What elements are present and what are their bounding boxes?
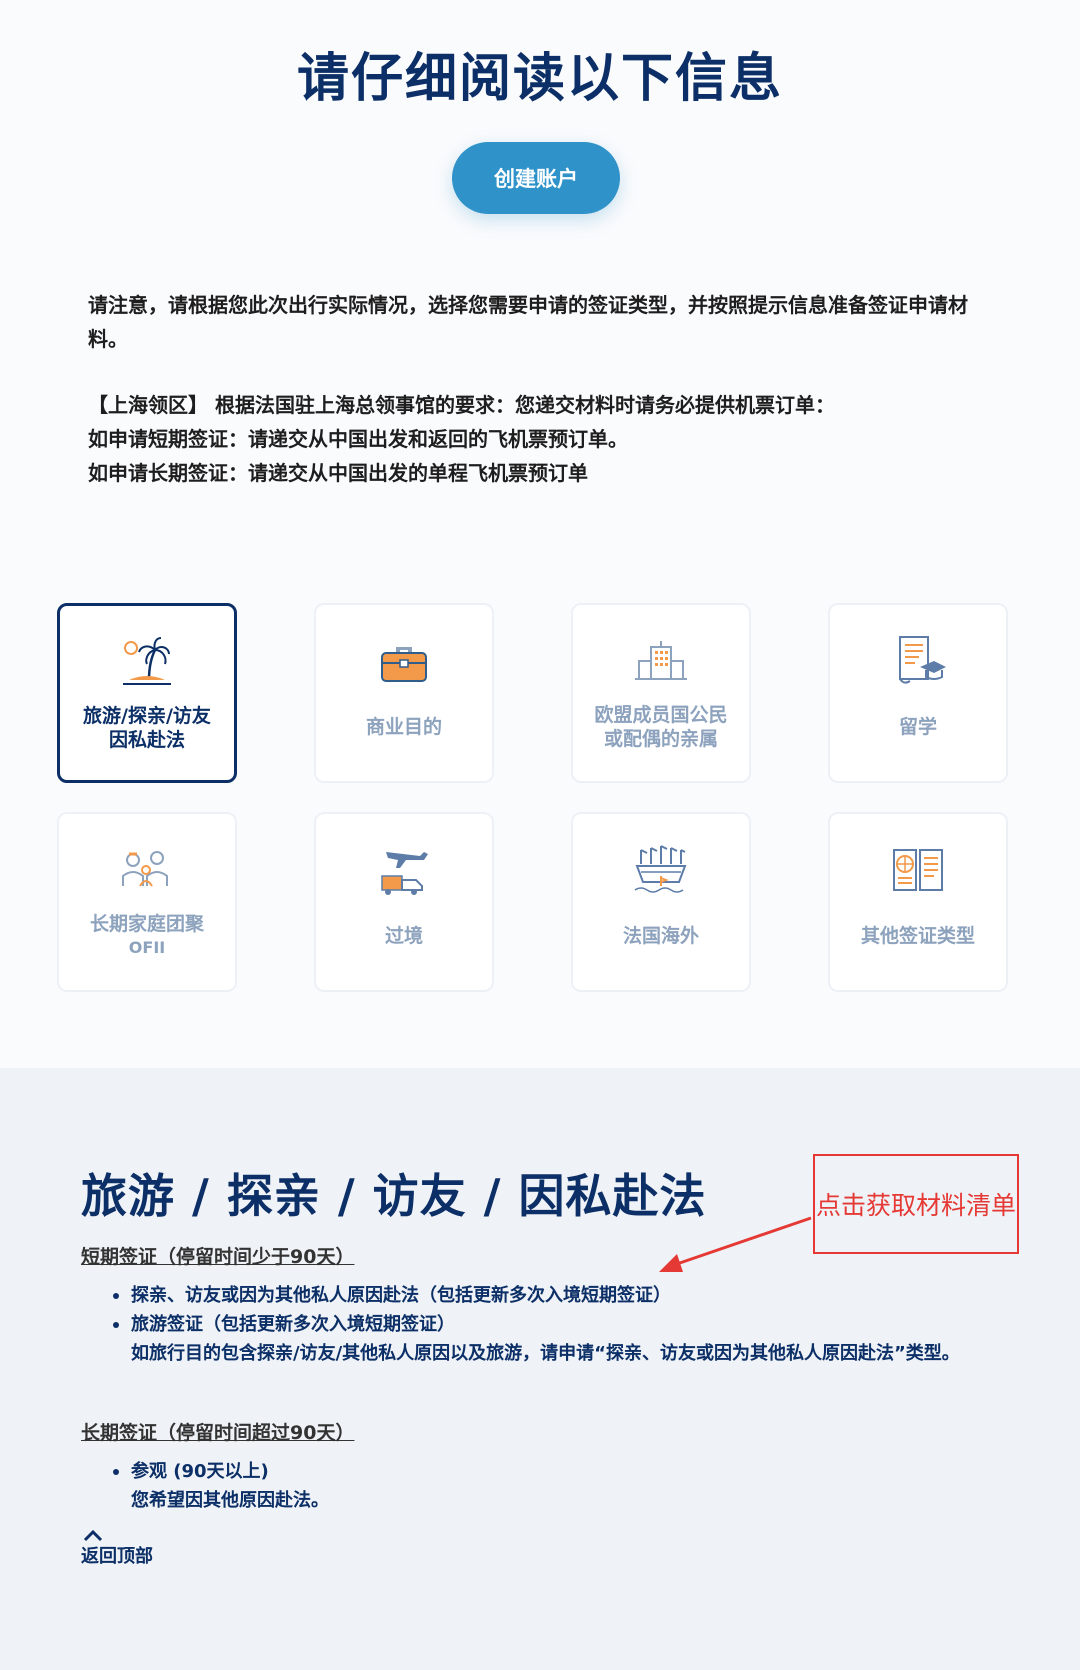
- passport-book-icon: [830, 842, 1006, 898]
- family-icon: [59, 842, 235, 898]
- visa-link-visit-long[interactable]: 参观 (90天以上): [131, 1461, 269, 1482]
- plane-truck-icon: [316, 842, 492, 898]
- shanghai-notice-line: 【上海领区】 根据法国驻上海总领事馆的要求：您递交材料时请务必提供机票订单：: [88, 393, 835, 417]
- visa-card-business[interactable]: 商业目的: [314, 603, 494, 783]
- visa-info-section: 旅游 / 探亲 / 访友 / 因私赴法 点击获取材料清单 短期签证（停留时间少于…: [0, 1068, 1080, 1670]
- diploma-graduation-icon: [830, 633, 1006, 689]
- create-account-button[interactable]: 创建账户: [452, 142, 620, 214]
- short-visa-list: 探亲、访友或因为其他私人原因赴法（包括更新多次入境短期签证） 旅游签证（包括更新…: [111, 1281, 1011, 1368]
- short-visa-ticket-line: 如申请短期签证：请递交从中国出发和返回的飞机票预订单。: [88, 427, 628, 451]
- annotation-callout: 点击获取材料清单: [813, 1154, 1019, 1254]
- visa-card-transit[interactable]: 过境: [314, 812, 494, 992]
- briefcase-icon: [316, 633, 492, 689]
- visa-card-label: 欧盟成员国公民 或配偶的亲属: [594, 704, 728, 750]
- visa-card-family-reunion[interactable]: 长期家庭团聚 OFII: [57, 812, 237, 992]
- list-item[interactable]: 旅游签证（包括更新多次入境短期签证） 如旅行目的包含探亲/访友/其他私人原因以及…: [111, 1310, 1011, 1368]
- page-title: 请仔细阅读以下信息: [296, 49, 783, 109]
- list-item-description: 如旅行目的包含探亲/访友/其他私人原因以及旅游，请申请“探亲、访友或因为其他私人…: [131, 1343, 960, 1364]
- notice-block: 请注意，请根据您此次出行实际情况，选择您需要申请的签证类型，并按照提示信息准备签…: [88, 288, 998, 490]
- visa-card-label: 商业目的: [365, 716, 442, 738]
- building-icon: [573, 633, 749, 689]
- visa-card-label: 旅游/探亲/访友 因私赴法: [83, 705, 211, 751]
- back-to-top-link[interactable]: 返回顶部: [81, 1528, 153, 1568]
- annotation-arrow-icon: [659, 1216, 812, 1272]
- visa-link-private-visit[interactable]: 探亲、访友或因为其他私人原因赴法（包括更新多次入境短期签证）: [131, 1285, 671, 1306]
- visa-card-study[interactable]: 留学: [828, 603, 1008, 783]
- long-visa-list: 参观 (90天以上) 您希望因其他原因赴法。: [111, 1457, 1011, 1515]
- list-item[interactable]: 参观 (90天以上) 您希望因其他原因赴法。: [111, 1457, 1011, 1515]
- back-to-top-label: 返回顶部: [81, 1546, 153, 1567]
- visa-card-eu-family[interactable]: 欧盟成员国公民 或配偶的亲属: [571, 603, 751, 783]
- visa-card-overseas[interactable]: 法国海外: [571, 812, 751, 992]
- visa-card-label: 法国海外: [622, 925, 699, 947]
- long-visa-ticket-line: 如申请长期签证：请递交从中国出发的单程飞机票预订单: [88, 461, 588, 485]
- section-title: 旅游 / 探亲 / 访友 / 因私赴法: [81, 1169, 707, 1223]
- visa-card-other[interactable]: 其他签证类型: [828, 812, 1008, 992]
- visa-card-label: 长期家庭团聚 OFII: [89, 913, 204, 957]
- visa-link-tourism[interactable]: 旅游签证（包括更新多次入境短期签证）: [131, 1314, 455, 1335]
- island-palm-icon: [60, 634, 234, 690]
- chevron-up-icon: [83, 1529, 103, 1542]
- visa-card-tourism[interactable]: 旅游/探亲/访友 因私赴法: [57, 603, 237, 783]
- list-item[interactable]: 探亲、访友或因为其他私人原因赴法（包括更新多次入境短期签证）: [111, 1281, 1011, 1310]
- long-visa-heading: 长期签证（停留时间超过90天）: [81, 1422, 355, 1444]
- visa-card-label: 留学: [898, 716, 937, 738]
- ship-icon: [573, 842, 749, 898]
- list-item-description: 您希望因其他原因赴法。: [131, 1490, 329, 1511]
- short-visa-heading: 短期签证（停留时间少于90天）: [81, 1246, 355, 1268]
- visa-card-label: 其他签证类型: [860, 925, 975, 947]
- visa-card-label: 过境: [384, 925, 423, 947]
- notice-paragraph: 请注意，请根据您此次出行实际情况，选择您需要申请的签证类型，并按照提示信息准备签…: [88, 293, 968, 351]
